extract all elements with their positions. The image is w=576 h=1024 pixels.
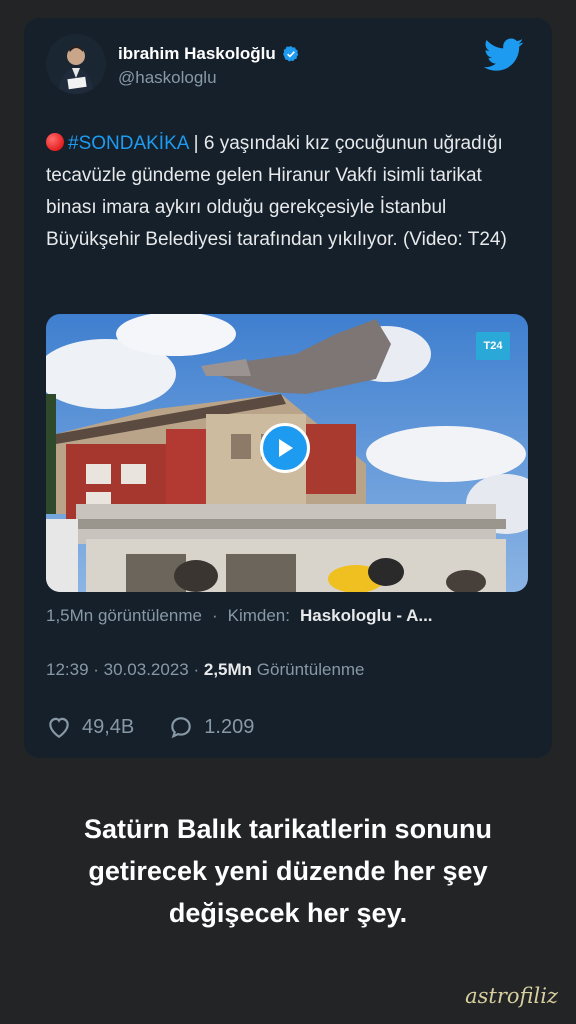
caption-line-3: değişecek her şey. [168,898,408,928]
tweet-actions: 49,4B 1.209 [46,714,254,740]
author-avatar[interactable] [46,34,106,94]
heart-icon[interactable] [46,714,72,740]
video-meta-row: 1,5Mn görüntülenme · Kimden: Haskologlu … [46,606,433,626]
separator-dot: · [211,606,218,625]
author-name-row[interactable]: ibrahim Haskoloğlu [118,44,300,64]
t24-badge: T24 [476,332,510,360]
tweet-timestamp-row: 12:39 · 30.03.2023 · 2,5Mn Görüntülenme [46,660,365,680]
reply-bubble-icon[interactable] [168,714,194,740]
video-player[interactable]: T24 [46,314,528,592]
tweet-view-count: 2,5Mn [203,660,253,679]
signature-watermark: astrofiliz [465,984,558,1008]
video-view-count: 1,5Mn görüntülenme [46,606,202,625]
twitter-bird-icon [484,38,524,71]
author-name[interactable]: ibrahim Haskoloğlu [118,44,276,64]
tweet-card[interactable]: ibrahim Haskoloğlu @haskologlu #SONDAKİK… [24,18,552,758]
play-icon [279,439,293,457]
reply-count: 1.209 [204,715,255,738]
from-label: Kimden: [227,606,290,625]
verified-badge-icon [282,46,299,62]
tweet-text: #SONDAKİKA | 6 yaşındaki kız çocuğunun u… [46,128,516,256]
source-link[interactable]: Haskologlu - A... [300,606,433,626]
play-button[interactable] [260,423,310,473]
caption-line-1: Satürn Balık tarikatlerin sonunu [83,814,493,844]
views-label: Görüntülenme [256,660,365,679]
caption-line-2: getirecek yeni düzende her şey [88,856,488,886]
like-count: 49,4B [82,715,135,738]
story-caption: Satürn Balık tarikatlerin sonunu getirec… [0,808,576,934]
author-handle[interactable]: @haskologlu [118,68,217,88]
tweet-timestamp[interactable]: 12:39 · 30.03.2023 · [46,660,199,679]
hashtag-link[interactable]: #SONDAKİKA [68,133,188,154]
red-circle-emoji-icon [46,133,64,151]
